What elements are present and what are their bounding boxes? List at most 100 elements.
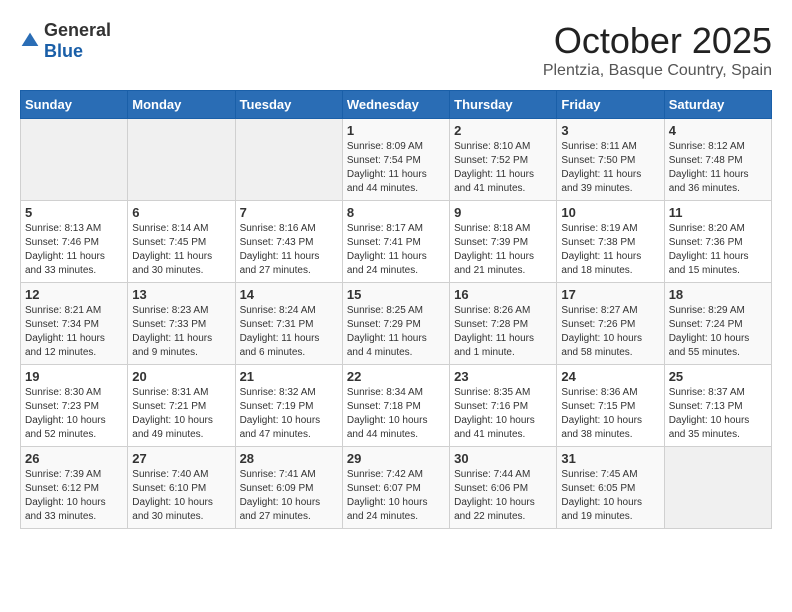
day-number: 5 [25, 205, 123, 220]
day-info: Sunrise: 8:20 AM Sunset: 7:36 PM Dayligh… [669, 222, 767, 278]
calendar-cell: 3 Sunrise: 8:11 AM Sunset: 7:50 PM Daylig… [557, 119, 664, 201]
day-number: 13 [132, 287, 230, 302]
title-area: October 2025 Plentzia, Basque Country, S… [543, 20, 772, 80]
calendar-cell: 30 Sunrise: 7:44 AM Sunset: 6:06 PM Dayli… [450, 447, 557, 529]
calendar-body: 1 Sunrise: 8:09 AM Sunset: 7:54 PM Daylig… [21, 119, 772, 529]
calendar-cell: 10Sunrise: 8:19 AM Sunset: 7:38 PM Dayli… [557, 201, 664, 283]
day-info: Sunrise: 8:34 AM Sunset: 7:18 PM Dayligh… [347, 386, 445, 442]
day-number: 12 [25, 287, 123, 302]
calendar-cell: 17 Sunrise: 8:27 AM Sunset: 7:26 PM Dayli… [557, 283, 664, 365]
day-number: 3 [561, 123, 659, 138]
weekday-header-saturday: Saturday [664, 91, 771, 119]
calendar-cell: 13Sunrise: 8:23 AM Sunset: 7:33 PM Dayli… [128, 283, 235, 365]
weekday-header-row: SundayMondayTuesdayWednesdayThursdayFrid… [21, 91, 772, 119]
calendar-cell: 1 Sunrise: 8:09 AM Sunset: 7:54 PM Daylig… [342, 119, 449, 201]
day-info: Sunrise: 8:12 AM Sunset: 7:48 PM Dayligh… [669, 140, 767, 196]
day-info: Sunrise: 8:25 AM Sunset: 7:29 PM Dayligh… [347, 304, 445, 360]
calendar-cell: 15Sunrise: 8:25 AM Sunset: 7:29 PM Dayli… [342, 283, 449, 365]
day-info: Sunrise: 7:40 AM Sunset: 6:10 PM Dayligh… [132, 468, 230, 524]
day-number: 6 [132, 205, 230, 220]
calendar-week-1: 1 Sunrise: 8:09 AM Sunset: 7:54 PM Daylig… [21, 119, 772, 201]
calendar-cell: 27Sunrise: 7:40 AM Sunset: 6:10 PM Dayli… [128, 447, 235, 529]
day-number: 30 [454, 451, 552, 466]
day-info: Sunrise: 8:16 AM Sunset: 7:43 PM Dayligh… [240, 222, 338, 278]
day-info: Sunrise: 8:14 AM Sunset: 7:45 PM Dayligh… [132, 222, 230, 278]
day-info: Sunrise: 8:09 AM Sunset: 7:54 PM Dayligh… [347, 140, 445, 196]
weekday-header-friday: Friday [557, 91, 664, 119]
calendar-cell: 9Sunrise: 8:18 AM Sunset: 7:39 PM Daylig… [450, 201, 557, 283]
day-number: 28 [240, 451, 338, 466]
weekday-header-thursday: Thursday [450, 91, 557, 119]
day-number: 4 [669, 123, 767, 138]
day-number: 17 [561, 287, 659, 302]
logo-text-blue: Blue [44, 41, 83, 61]
day-number: 18 [669, 287, 767, 302]
calendar-cell: 11 Sunrise: 8:20 AM Sunset: 7:36 PM Dayli… [664, 201, 771, 283]
day-info: Sunrise: 7:42 AM Sunset: 6:07 PM Dayligh… [347, 468, 445, 524]
logo: General Blue [20, 20, 111, 62]
day-info: Sunrise: 7:41 AM Sunset: 6:09 PM Dayligh… [240, 468, 338, 524]
day-info: Sunrise: 8:35 AM Sunset: 7:16 PM Dayligh… [454, 386, 552, 442]
day-number: 16 [454, 287, 552, 302]
calendar-week-2: 5Sunrise: 8:13 AM Sunset: 7:46 PM Daylig… [21, 201, 772, 283]
day-number: 2 [454, 123, 552, 138]
day-info: Sunrise: 7:45 AM Sunset: 6:05 PM Dayligh… [561, 468, 659, 524]
day-info: Sunrise: 8:21 AM Sunset: 7:34 PM Dayligh… [25, 304, 123, 360]
day-info: Sunrise: 8:37 AM Sunset: 7:13 PM Dayligh… [669, 386, 767, 442]
calendar-cell [235, 119, 342, 201]
day-info: Sunrise: 8:10 AM Sunset: 7:52 PM Dayligh… [454, 140, 552, 196]
calendar-cell: 24 Sunrise: 8:36 AM Sunset: 7:15 PM Dayli… [557, 365, 664, 447]
calendar-cell: 2 Sunrise: 8:10 AM Sunset: 7:52 PM Daylig… [450, 119, 557, 201]
day-number: 20 [132, 369, 230, 384]
calendar-cell: 7Sunrise: 8:16 AM Sunset: 7:43 PM Daylig… [235, 201, 342, 283]
day-number: 29 [347, 451, 445, 466]
calendar-cell: 20Sunrise: 8:31 AM Sunset: 7:21 PM Dayli… [128, 365, 235, 447]
calendar-cell [21, 119, 128, 201]
day-number: 10 [561, 205, 659, 220]
day-info: Sunrise: 8:36 AM Sunset: 7:15 PM Dayligh… [561, 386, 659, 442]
calendar-cell [664, 447, 771, 529]
day-number: 25 [669, 369, 767, 384]
day-number: 19 [25, 369, 123, 384]
calendar-week-5: 26Sunrise: 7:39 AM Sunset: 6:12 PM Dayli… [21, 447, 772, 529]
calendar-cell [128, 119, 235, 201]
day-number: 11 [669, 205, 767, 220]
day-info: Sunrise: 7:44 AM Sunset: 6:06 PM Dayligh… [454, 468, 552, 524]
weekday-header-tuesday: Tuesday [235, 91, 342, 119]
day-number: 1 [347, 123, 445, 138]
weekday-header-monday: Monday [128, 91, 235, 119]
calendar-cell: 5Sunrise: 8:13 AM Sunset: 7:46 PM Daylig… [21, 201, 128, 283]
day-info: Sunrise: 8:29 AM Sunset: 7:24 PM Dayligh… [669, 304, 767, 360]
calendar-cell: 22Sunrise: 8:34 AM Sunset: 7:18 PM Dayli… [342, 365, 449, 447]
calendar-cell: 14 Sunrise: 8:24 AM Sunset: 7:31 PM Dayli… [235, 283, 342, 365]
day-info: Sunrise: 8:27 AM Sunset: 7:26 PM Dayligh… [561, 304, 659, 360]
day-info: Sunrise: 8:18 AM Sunset: 7:39 PM Dayligh… [454, 222, 552, 278]
calendar-cell: 19Sunrise: 8:30 AM Sunset: 7:23 PM Dayli… [21, 365, 128, 447]
calendar-cell: 6 Sunrise: 8:14 AM Sunset: 7:45 PM Daylig… [128, 201, 235, 283]
logo-text-general: General [44, 20, 111, 40]
calendar-cell: 26Sunrise: 7:39 AM Sunset: 6:12 PM Dayli… [21, 447, 128, 529]
day-number: 23 [454, 369, 552, 384]
day-number: 14 [240, 287, 338, 302]
calendar-header: SundayMondayTuesdayWednesdayThursdayFrid… [21, 91, 772, 119]
day-info: Sunrise: 8:17 AM Sunset: 7:41 PM Dayligh… [347, 222, 445, 278]
generalblue-logo-icon [20, 31, 40, 51]
calendar-cell: 18 Sunrise: 8:29 AM Sunset: 7:24 PM Dayli… [664, 283, 771, 365]
calendar-week-3: 12 Sunrise: 8:21 AM Sunset: 7:34 PM Dayli… [21, 283, 772, 365]
day-number: 8 [347, 205, 445, 220]
calendar-cell: 8 Sunrise: 8:17 AM Sunset: 7:41 PM Daylig… [342, 201, 449, 283]
day-number: 31 [561, 451, 659, 466]
calendar-cell: 29 Sunrise: 7:42 AM Sunset: 6:07 PM Dayli… [342, 447, 449, 529]
day-info: Sunrise: 8:11 AM Sunset: 7:50 PM Dayligh… [561, 140, 659, 196]
day-info: Sunrise: 8:24 AM Sunset: 7:31 PM Dayligh… [240, 304, 338, 360]
location-title: Plentzia, Basque Country, Spain [543, 62, 772, 80]
calendar-cell: 21Sunrise: 8:32 AM Sunset: 7:19 PM Dayli… [235, 365, 342, 447]
page-header: General Blue October 2025 Plentzia, Basq… [20, 20, 772, 80]
weekday-header-wednesday: Wednesday [342, 91, 449, 119]
calendar-cell: 31 Sunrise: 7:45 AM Sunset: 6:05 PM Dayli… [557, 447, 664, 529]
day-number: 24 [561, 369, 659, 384]
month-title: October 2025 [543, 20, 772, 62]
day-info: Sunrise: 8:26 AM Sunset: 7:28 PM Dayligh… [454, 304, 552, 360]
calendar-cell: 25 Sunrise: 8:37 AM Sunset: 7:13 PM Dayli… [664, 365, 771, 447]
day-info: Sunrise: 8:32 AM Sunset: 7:19 PM Dayligh… [240, 386, 338, 442]
